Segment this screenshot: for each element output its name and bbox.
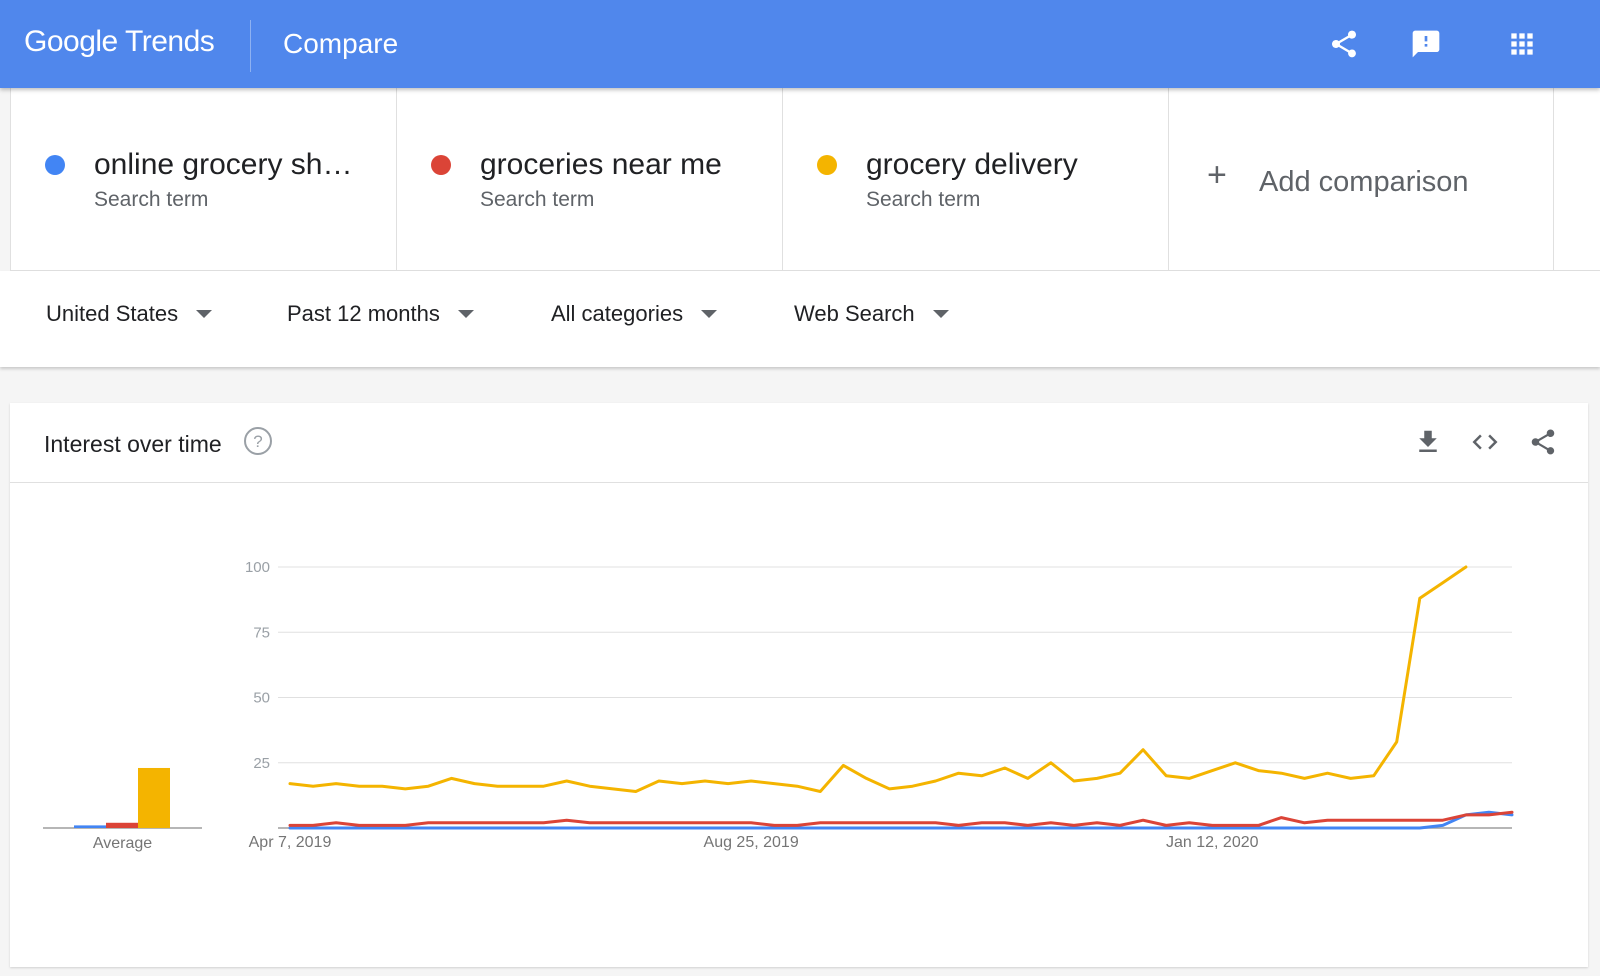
region-dropdown[interactable]: United States (46, 301, 213, 337)
apps-icon[interactable] (1506, 28, 1538, 60)
plus-icon: + (1207, 156, 1227, 194)
page-title: Compare (283, 28, 399, 59)
embed-code-icon[interactable] (1470, 427, 1500, 457)
term-card-grocery-delivery[interactable]: grocery delivery Search term (782, 88, 1168, 270)
help-icon[interactable]: ? (242, 425, 274, 457)
series-line[interactable] (288, 810, 1514, 827)
term-color-dot (817, 155, 837, 175)
region-value: United States (46, 301, 179, 326)
feedback-icon[interactable] (1410, 28, 1442, 60)
average-bar (106, 822, 138, 828)
help-glyph: ? (253, 432, 262, 451)
time-range-value: Past 12 months (287, 301, 440, 326)
download-icon[interactable] (1413, 427, 1443, 457)
term-color-dot (431, 155, 451, 175)
term-name: groceries near me (480, 148, 722, 181)
category-dropdown[interactable]: All categories (551, 301, 718, 337)
add-comparison-label: Add comparison (1259, 166, 1469, 198)
term-name: online grocery sh… (94, 148, 353, 181)
header-divider (250, 20, 251, 72)
average-bar (138, 767, 170, 828)
top-app-bar: Google Trends Compare (0, 0, 1600, 88)
add-comparison-button[interactable]: + Add comparison (1168, 88, 1554, 270)
average-label: Average (93, 835, 152, 852)
time-range-dropdown[interactable]: Past 12 months (287, 301, 474, 337)
term-card-online-grocery[interactable]: online grocery sh… Search term (10, 88, 396, 270)
card-header: Interest over time ? (10, 403, 1588, 483)
x-tick-label: Apr 7, 2019 (249, 834, 332, 851)
y-tick-label: 50 (253, 690, 270, 707)
term-color-dot (45, 155, 65, 175)
chevron-down-icon (196, 310, 213, 318)
interest-over-time-card: Interest over time ? 25 50 75 100 Apr 7, 201… (10, 403, 1588, 967)
term-type: Search term (94, 188, 209, 211)
filter-bar: United States Past 12 months All categor… (0, 271, 1600, 367)
term-name: grocery delivery (866, 148, 1078, 181)
term-type: Search term (480, 188, 595, 211)
y-tick-label: 75 (253, 624, 270, 641)
x-tick-label: Aug 25, 2019 (704, 834, 799, 851)
google-trends-logo[interactable]: Google Trends (24, 25, 215, 59)
chevron-down-icon (932, 310, 949, 318)
category-value: All categories (551, 301, 684, 326)
term-type: Search term (866, 188, 981, 211)
y-tick-label: 100 (245, 559, 270, 576)
comparison-terms-bar: online grocery sh… Search term groceries… (10, 88, 1600, 271)
average-bar (74, 825, 106, 828)
search-property-dropdown[interactable]: Web Search (794, 301, 949, 337)
interest-over-time-chart[interactable]: 25 50 75 100 Apr 7, 2019 Aug 25, 2019 Jan 12, … (10, 483, 1588, 963)
share-icon[interactable] (1528, 427, 1558, 457)
share-icon[interactable] (1328, 28, 1360, 60)
y-tick-label: 25 (253, 755, 270, 772)
chevron-down-icon (701, 310, 718, 318)
search-property-value: Web Search (794, 301, 915, 326)
x-tick-label: Jan 12, 2020 (1166, 834, 1259, 851)
term-card-groceries-near-me[interactable]: groceries near me Search term (396, 88, 782, 270)
series-line[interactable] (288, 565, 1468, 793)
card-title: Interest over time (44, 431, 222, 457)
chevron-down-icon (457, 310, 474, 318)
